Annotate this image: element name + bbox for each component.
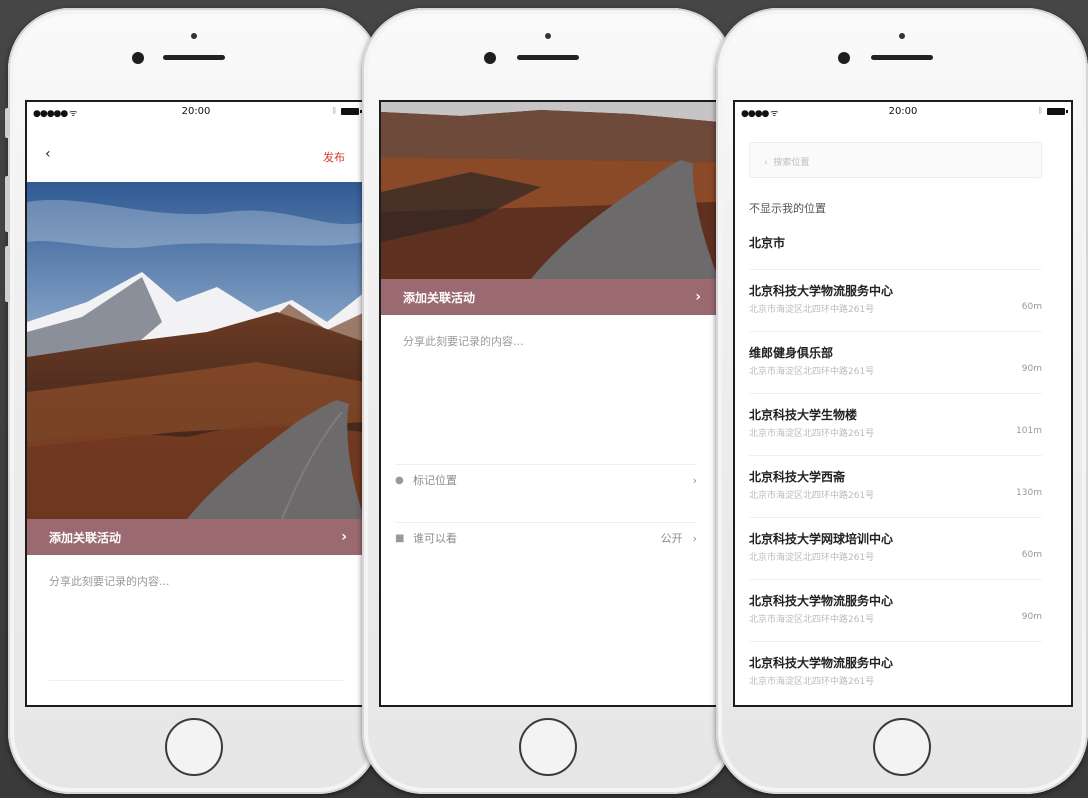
mute-switch (5, 108, 10, 138)
battery-icon (341, 108, 362, 115)
nav-bar: ‹ 发布 (27, 122, 365, 182)
location-address: 北京市海淀区北四环中路261号 (749, 677, 875, 687)
bluetooth-icon: ᛒ (332, 106, 337, 115)
location-distance: 60m (1021, 550, 1042, 560)
location-list-item[interactable]: 北京科技大学西斋北京市海淀区北四环中路261号 130m (749, 455, 1042, 517)
chevron-right-icon: › (692, 473, 697, 487)
location-address: 北京市海淀区北四环中路261号 (749, 367, 875, 377)
mark-location-label: 标记位置 (413, 474, 457, 487)
home-button[interactable] (873, 718, 931, 776)
location-name: 北京科技大学物流服务中心 (749, 656, 894, 670)
location-distance: 90m (1021, 612, 1042, 622)
mountain-road-image (27, 182, 365, 519)
home-button[interactable] (165, 718, 223, 776)
front-camera (132, 52, 144, 64)
location-distance: 130m (1016, 488, 1042, 498)
chevron-right-icon: › (692, 531, 697, 545)
location-distance: 101m (1016, 426, 1042, 436)
mark-location-row[interactable]: ● 标记位置 › (395, 464, 697, 495)
add-activity-label: 添加关联活动 (49, 530, 122, 545)
status-time: 20:00 (888, 106, 918, 117)
location-list-item[interactable]: 维郎健身俱乐部北京市海淀区北四环中路261号 90m (749, 331, 1042, 393)
visibility-label: 谁可以看 (413, 532, 457, 545)
location-list-item[interactable]: 北京科技大学生物楼北京市海淀区北四环中路261号 101m (749, 393, 1042, 455)
visibility-row[interactable]: ■ 谁可以看 公开 › (395, 522, 697, 553)
battery-icon (1047, 108, 1068, 115)
cover-photo[interactable] (27, 182, 365, 519)
bluetooth-icon: ᛒ (1038, 106, 1043, 115)
screen-location-picker: ●●●● ᯤ 20:00 ᛒ ‹ 搜索位置 不显示我的位置 北京市 北京科技大学… (733, 100, 1073, 707)
status-time: 20:00 (181, 106, 211, 117)
location-name: 北京科技大学物流服务中心 (749, 284, 894, 298)
front-sensor (191, 33, 197, 39)
earpiece-speaker (517, 55, 579, 60)
front-camera (838, 52, 850, 64)
screen-post-editor-scrolled: 添加关联活动 › 分享此刻要记录的内容... ● 标记位置 › ■ 谁可以看 公… (379, 100, 721, 707)
earpiece-speaker (871, 55, 933, 60)
location-address: 北京市海淀区北四环中路261号 (749, 305, 875, 315)
hide-location-option[interactable]: 不显示我的位置 (749, 200, 826, 216)
location-list-item[interactable]: 北京科技大学物流服务中心北京市海淀区北四环中路261号 60m (749, 269, 1042, 331)
location-address: 北京市海淀区北四环中路261号 (749, 553, 875, 563)
location-search-input[interactable]: ‹ 搜索位置 (749, 142, 1042, 178)
lock-icon: ■ (395, 532, 405, 544)
location-address: 北京市海淀区北四环中路261号 (749, 615, 875, 625)
volume-down-button (5, 246, 10, 302)
front-sensor (545, 33, 551, 39)
location-address: 北京市海淀区北四环中路261号 (749, 491, 875, 501)
chevron-right-icon: › (695, 289, 701, 305)
status-bar: ●●●● ᯤ 20:00 ᛒ (735, 102, 1071, 122)
mountain-road-image (381, 102, 719, 279)
location-address: 北京市海淀区北四环中路261号 (749, 429, 875, 439)
screen-post-editor: ●●●●● ᯤ 20:00 ᛒ ‹ 发布 添加关联活动 › 分享此刻要记录的内容… (25, 100, 367, 707)
city-option[interactable]: 北京市 (749, 234, 785, 251)
location-name: 北京科技大学网球培训中心 (749, 532, 894, 546)
share-content-input[interactable]: 分享此刻要记录的内容... (381, 315, 719, 367)
location-distance: 60m (1021, 302, 1042, 312)
back-chevron-icon[interactable]: ‹ (45, 146, 51, 162)
phone-frame-1: ●●●●● ᯤ 20:00 ᛒ ‹ 发布 添加关联活动 › 分享此刻要记录的内容… (5, 8, 380, 794)
back-chevron-icon[interactable]: ‹ (764, 158, 768, 168)
location-name: 北京科技大学物流服务中心 (749, 594, 894, 608)
visibility-value: 公开 (660, 532, 683, 545)
cover-photo[interactable] (381, 102, 719, 279)
home-button[interactable] (519, 718, 577, 776)
front-camera (484, 52, 496, 64)
status-bar: ●●●●● ᯤ 20:00 ᛒ (27, 102, 365, 122)
phone-frame-3: ●●●● ᯤ 20:00 ᛒ ‹ 搜索位置 不显示我的位置 北京市 北京科技大学… (716, 8, 1088, 794)
location-name: 维郎健身俱乐部 (749, 346, 834, 360)
earpiece-speaker (163, 55, 225, 60)
add-activity-label: 添加关联活动 (403, 290, 476, 305)
location-list-item[interactable]: 北京科技大学网球培训中心北京市海淀区北四环中路261号 60m (749, 517, 1042, 579)
location-list-item[interactable]: 北京科技大学物流服务中心北京市海淀区北四环中路261号 90m (749, 579, 1042, 641)
publish-button[interactable]: 发布 (323, 149, 345, 165)
location-distance: 90m (1021, 364, 1042, 374)
search-placeholder: 搜索位置 (773, 158, 810, 168)
add-activity-row[interactable]: 添加关联活动 › (381, 279, 719, 315)
share-content-input[interactable]: 分享此刻要记录的内容... (27, 555, 365, 607)
front-sensor (899, 33, 905, 39)
location-name: 北京科技大学生物楼 (749, 408, 858, 422)
volume-up-button (5, 176, 10, 232)
divider (49, 680, 343, 681)
location-pin-icon: ● (395, 474, 404, 486)
add-activity-row[interactable]: 添加关联活动 › (27, 519, 365, 555)
chevron-right-icon: › (341, 529, 347, 545)
location-name: 北京科技大学西斋 (749, 470, 846, 484)
phone-frame-2: 添加关联活动 › 分享此刻要记录的内容... ● 标记位置 › ■ 谁可以看 公… (362, 8, 734, 794)
location-list-item[interactable]: 北京科技大学物流服务中心北京市海淀区北四环中路261号 (749, 641, 1042, 703)
